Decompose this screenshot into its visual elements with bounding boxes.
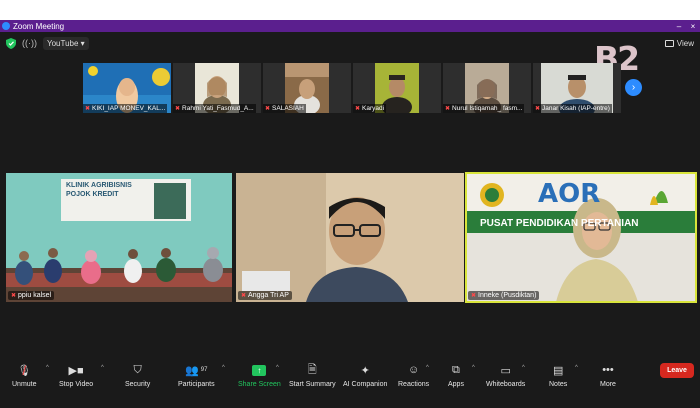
chevron-up-icon[interactable]: ^	[426, 365, 429, 371]
summary-document-icon: 🗎	[307, 363, 317, 376]
window-title: Zoom Meeting	[13, 21, 65, 31]
participant-tile-strip[interactable]: ✖ KIKI_IAP MONEV_KAL...	[83, 63, 171, 113]
participants-label: Participants	[178, 381, 215, 388]
mic-muted-icon: ✖	[445, 106, 451, 112]
agency-logo-text: AOR	[538, 179, 601, 209]
participant-tile-strip[interactable]: ✖ Karyadi	[353, 63, 441, 113]
participant-name: ✖ KIKI_IAP MONEV_KAL...	[83, 104, 168, 113]
leave-button[interactable]: Leave	[660, 363, 694, 378]
participant-name: ✖ Angga Tri AP	[238, 291, 292, 300]
chevron-up-icon[interactable]: ^	[472, 365, 475, 371]
reactions-button[interactable]: ☺ Reactions	[398, 361, 429, 388]
participant-name: ✖ SALASIAH	[263, 104, 306, 113]
notes-icon: ▤	[552, 364, 564, 377]
security-button[interactable]: ⛉ Security	[125, 361, 151, 389]
wall-banner-text: PUSAT PENDIDIKAN PERTANIAN	[480, 218, 639, 229]
mic-muted-icon: ✖	[11, 293, 17, 299]
notes-label: Notes	[549, 381, 568, 388]
stop-video-label: Stop Video	[59, 381, 94, 388]
stop-video-button[interactable]: ▶■ Stop Video	[59, 361, 94, 389]
participant-name: ✖ Inneke (Pusdiktan)	[468, 291, 540, 300]
share-screen-icon: ↑	[252, 361, 267, 379]
chevron-up-icon[interactable]: ^	[276, 365, 279, 371]
participant-name: ✖ Janar Kisah (IAP-entre)	[533, 104, 612, 113]
microphone-muted-icon: 🎙 /	[17, 362, 32, 378]
shield-icon: ⛉	[133, 363, 142, 376]
minimize-icon[interactable]: –	[672, 22, 686, 31]
reaction-emoji-icon: ☺	[407, 364, 420, 376]
participant-tile-strip[interactable]: ✖ Nurul Istiqamah_ fasm...	[443, 63, 531, 113]
window-titlebar: Zoom Meeting – ×	[0, 20, 700, 32]
ai-companion-button[interactable]: ✦ AI Companion	[343, 361, 388, 389]
mic-muted-icon: ✖	[355, 106, 361, 112]
mic-muted-icon: ✖	[535, 106, 541, 112]
zoom-logo-icon	[2, 22, 10, 30]
participants-button[interactable]: 👥 97 Participants	[178, 361, 215, 389]
mic-muted-icon: ✖	[265, 106, 271, 112]
more-button[interactable]: ••• More	[600, 361, 616, 388]
ai-companion-label: AI Companion	[343, 381, 388, 388]
whiteboards-button[interactable]: ▭ Whiteboards	[486, 361, 526, 389]
shield-icon[interactable]	[6, 37, 16, 49]
apps-label: Apps	[448, 381, 464, 388]
whiteboard-icon: ▭	[500, 364, 511, 377]
whiteboards-label: Whiteboards	[486, 381, 526, 388]
security-label: Security	[125, 381, 151, 388]
mic-muted-icon: ✖	[175, 106, 181, 112]
meeting-toolbar: 🎙 / Unmute ^ ▶■ Stop Video ^ ⛉ Security 👥…	[0, 357, 700, 408]
chevron-up-icon[interactable]: ^	[101, 365, 104, 371]
participant-tile-large-active-speaker[interactable]: AOR PUSAT PENDIDIKAN PERTANIAN ✖ Inneke (…	[465, 172, 697, 303]
reactions-label: Reactions	[398, 381, 430, 388]
video-camera-icon: ▶■	[68, 364, 84, 377]
participant-name: ✖ Nurul Istiqamah_ fasm...	[443, 104, 525, 113]
apps-button[interactable]: ⧉ Apps	[448, 361, 464, 389]
participant-name: ✖ ppiu kalsel	[8, 291, 55, 300]
close-icon[interactable]: ×	[686, 22, 700, 31]
share-screen-button[interactable]: ↑ Share Screen	[238, 361, 281, 388]
broadcast-icon[interactable]: ((·))	[22, 38, 37, 48]
more-label: More	[600, 381, 616, 388]
mic-muted-icon: ✖	[241, 293, 247, 299]
start-summary-button[interactable]: 🗎 Start Summary	[289, 361, 336, 389]
chevron-up-icon[interactable]: ^	[46, 365, 49, 371]
banner-line-1: KLINIK AGRIBISNIS	[66, 182, 132, 189]
view-button[interactable]: View	[664, 39, 694, 48]
banner-line-2: POJOK KREDIT	[66, 191, 119, 198]
mic-muted-icon: ✖	[85, 106, 91, 112]
participant-video	[236, 173, 464, 302]
youtube-stream-button[interactable]: YouTube ▾	[43, 36, 89, 50]
participant-tile-large[interactable]: ✖ Angga Tri AP	[236, 173, 464, 302]
notes-button[interactable]: ▤ Notes	[549, 361, 568, 389]
participant-tile-strip[interactable]: ✖ SALASIAH	[263, 63, 351, 113]
chevron-up-icon[interactable]: ^	[522, 365, 525, 371]
participant-name: ✖ Karyadi	[353, 104, 387, 113]
participant-tile-strip[interactable]: ✖ Janar Kisah (IAP-entre)	[533, 63, 621, 113]
mic-muted-icon: ✖	[471, 293, 477, 299]
next-page-button[interactable]: ›	[625, 79, 642, 96]
banner-text: KLINIK AGRIBISNIS POJOK KREDIT	[66, 181, 150, 199]
participant-name: ✖ Rahmi Yati_Fasmud_A...	[173, 104, 256, 113]
chevron-up-icon[interactable]: ^	[222, 365, 225, 371]
share-screen-label: Share Screen	[238, 381, 281, 388]
more-ellipsis-icon: •••	[602, 364, 614, 376]
meeting-area: ((·)) YouTube ▾ B2 ... View ✖KIKI_IAP MO…	[0, 32, 700, 408]
unmute-label: Unmute	[12, 381, 37, 388]
start-summary-label: Start Summary	[289, 381, 336, 388]
grid-view-icon	[664, 40, 674, 47]
unmute-button[interactable]: 🎙 / Unmute	[12, 361, 37, 389]
view-label: View	[676, 39, 694, 48]
sparkle-icon: ✦	[360, 364, 370, 377]
participant-tile-strip[interactable]: ✖ Rahmi Yati_Fasmud_A...	[173, 63, 261, 113]
apps-icon: ⧉	[452, 363, 460, 376]
participants-count: 97	[200, 367, 208, 373]
participant-tile-large[interactable]: KLINIK AGRIBISNIS POJOK KREDIT ✖ ppiu kal…	[6, 173, 232, 302]
chevron-up-icon[interactable]: ^	[575, 365, 578, 371]
participants-icon: 👥 97	[185, 364, 208, 377]
